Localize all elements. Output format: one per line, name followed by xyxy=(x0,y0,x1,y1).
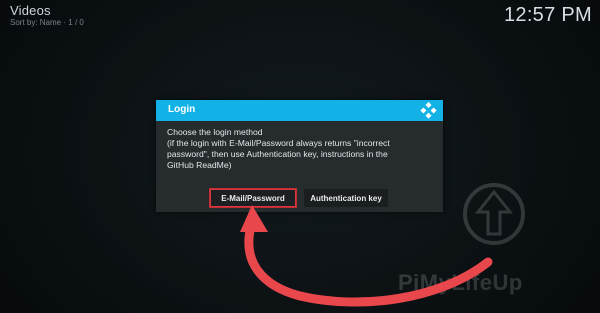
email-password-button[interactable]: E-Mail/Password xyxy=(209,188,297,208)
dialog-message-line: GitHub ReadMe) xyxy=(167,160,232,170)
clock: 12:57 PM xyxy=(503,4,592,26)
dialog-message-line: password", then use Authentication key, … xyxy=(167,149,388,159)
authentication-key-button[interactable]: Authentication key xyxy=(304,189,388,207)
sort-info: Sort by: Name · 1 / 0 xyxy=(10,18,84,27)
dialog-title: Login xyxy=(168,104,196,115)
login-dialog: Login Choose the login method (if the lo… xyxy=(156,100,443,212)
dialog-header: Login xyxy=(156,100,443,121)
watermark-logo-icon xyxy=(463,183,525,245)
dialog-message-line: Choose the login method xyxy=(167,127,263,137)
dialog-message: Choose the login method (if the login wi… xyxy=(167,127,435,171)
kodi-logo-icon xyxy=(420,102,437,119)
dialog-message-line: (if the login with E-Mail/Password alway… xyxy=(167,138,390,148)
sort-label: Sort by: Name xyxy=(10,18,62,27)
watermark-text: PiMyLifeUp xyxy=(398,270,523,295)
item-position: 1 / 0 xyxy=(68,18,84,27)
page-title: Videos xyxy=(10,3,51,18)
